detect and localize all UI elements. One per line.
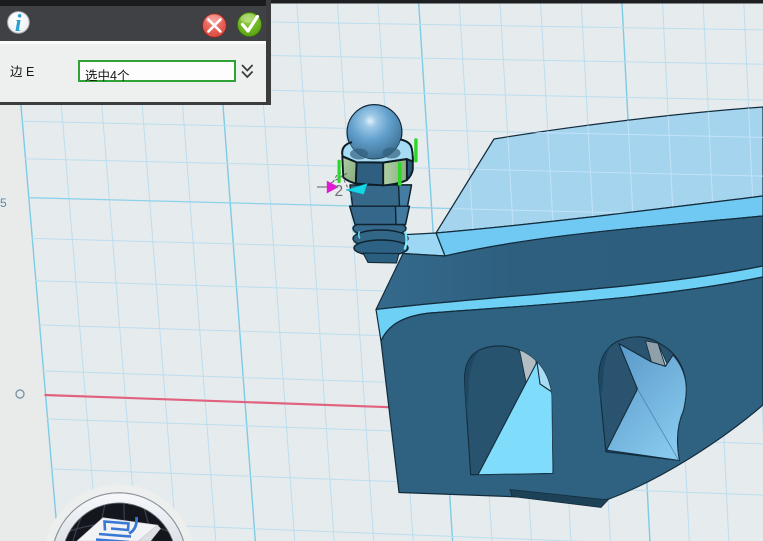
svg-text:2: 2 (335, 183, 344, 200)
svg-text:5: 5 (0, 196, 7, 210)
